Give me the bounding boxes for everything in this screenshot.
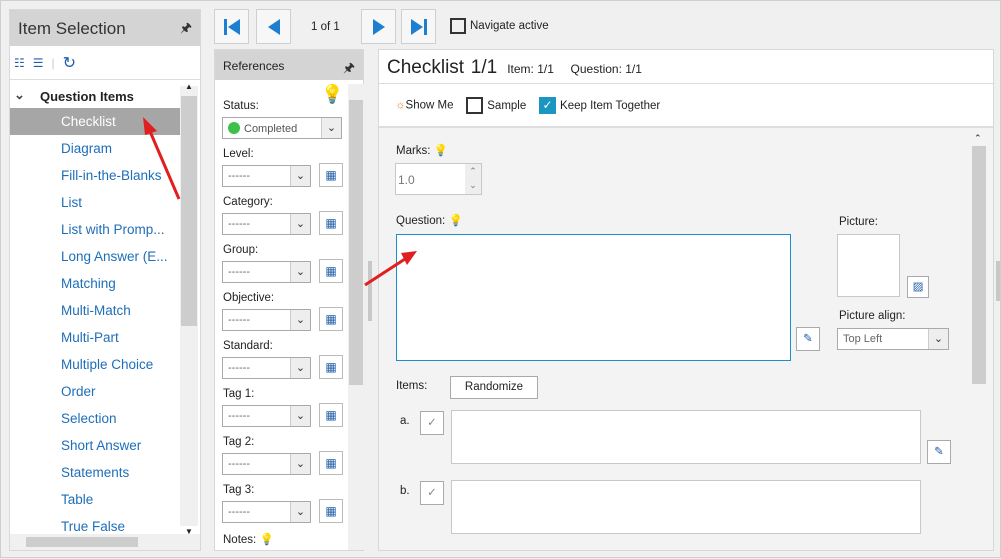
red-arrow-head (143, 117, 157, 135)
red-arrow (364, 257, 406, 287)
red-arrow (147, 128, 181, 200)
red-arrow-head (401, 251, 417, 265)
annotation-arrows (143, 117, 417, 287)
